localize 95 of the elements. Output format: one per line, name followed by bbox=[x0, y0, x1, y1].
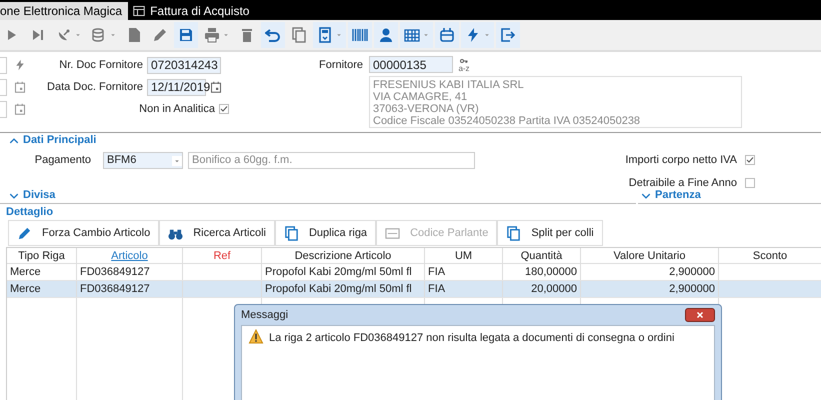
toolbar-button[interactable] bbox=[261, 22, 285, 48]
section-toggle[interactable]: Divisa bbox=[8, 187, 56, 204]
table-cell: Propofol Kabi 20mg/ml 50ml fl bbox=[262, 264, 425, 280]
toolbar-button[interactable] bbox=[400, 22, 433, 48]
field-label: Nr. Doc Fornitore bbox=[58, 58, 144, 73]
save-icon bbox=[178, 27, 194, 43]
checkbox[interactable] bbox=[219, 104, 229, 114]
toolbar-button[interactable]: Forza Cambio Articolo bbox=[8, 220, 160, 246]
toolbar-button[interactable] bbox=[435, 22, 459, 48]
copy-icon bbox=[284, 226, 299, 240]
section-toggle[interactable]: Partenza bbox=[640, 187, 701, 204]
warning-icon bbox=[248, 329, 264, 344]
checkbox-label: Detraibile a Fine Anno bbox=[628, 176, 737, 190]
field-label: Pagamento bbox=[34, 153, 92, 168]
field-label: Fornitore bbox=[319, 58, 364, 73]
toolbar-button[interactable] bbox=[313, 22, 346, 48]
section-toggle[interactable]: Dati Principali bbox=[8, 132, 96, 149]
trash-icon bbox=[239, 27, 255, 43]
copy-icon bbox=[291, 27, 307, 43]
key-lookup-button[interactable]: a-z bbox=[457, 56, 471, 72]
chevron-down-icon bbox=[8, 190, 20, 200]
toolbar-button[interactable] bbox=[461, 22, 494, 48]
input-field[interactable]: 0720314243 bbox=[147, 56, 221, 74]
section-title: Dettaglio bbox=[6, 204, 54, 220]
table-cell: FD036849127 bbox=[77, 281, 183, 297]
caret-icon bbox=[336, 32, 342, 38]
calendar-icon bbox=[439, 27, 455, 43]
toolbar-button[interactable]: Duplica riga bbox=[274, 220, 376, 246]
calculator-icon bbox=[317, 27, 333, 43]
chevron-up-icon bbox=[8, 136, 20, 146]
table-row[interactable]: Merce FD036849127 Propofol Kabi 20mg/ml 50ml fl FIA 180,00000 2,900000 bbox=[7, 264, 821, 281]
table-cell: 2,900000 bbox=[581, 281, 719, 297]
caret-icon bbox=[223, 32, 229, 38]
window-icon bbox=[133, 5, 146, 17]
dialog-message: La riga 2 articolo FD036849127 non risulta legata a documenti di consegna o ordini bbox=[269, 331, 674, 346]
lightning-icon bbox=[14, 58, 26, 72]
id-card-icon bbox=[385, 226, 400, 240]
table-cell: 180,00000 bbox=[503, 264, 581, 280]
dropdown[interactable]: BFM6 bbox=[103, 152, 183, 169]
toolbar-button[interactable] bbox=[348, 22, 372, 48]
barcode-icon bbox=[352, 27, 368, 43]
chevron-down-icon bbox=[640, 190, 652, 200]
table-row[interactable]: Merce FD036849127 Propofol Kabi 20mg/ml 50ml fl FIA 20,00000 2,900000 bbox=[7, 281, 821, 298]
document-icon bbox=[126, 27, 142, 43]
table-cell: Merce bbox=[7, 264, 77, 280]
input-field[interactable]: 00000135 bbox=[369, 56, 453, 73]
copy-icon bbox=[506, 226, 522, 240]
address-line: FRESENIUS KABI ITALIA SRL bbox=[373, 79, 525, 91]
table-cell: FIA bbox=[425, 264, 503, 280]
table-cell: FIA bbox=[425, 281, 503, 297]
table-cell: Merce bbox=[7, 281, 77, 297]
calendar-icon bbox=[14, 102, 26, 116]
dialog-title: Messaggi bbox=[241, 308, 288, 323]
table-cell: 20,00000 bbox=[503, 281, 581, 297]
toolbar-button[interactable]: Split per colli bbox=[497, 220, 603, 246]
calendar-icon bbox=[14, 80, 26, 94]
calendar-icon bbox=[210, 80, 222, 94]
caret-icon bbox=[172, 156, 182, 166]
field-label: Data Doc. Fornitore bbox=[46, 80, 144, 95]
input-field[interactable] bbox=[0, 100, 7, 118]
checkbox[interactable] bbox=[745, 178, 755, 188]
toolbar-button[interactable] bbox=[374, 22, 398, 48]
toolbar-button[interactable] bbox=[496, 22, 520, 48]
exit-icon bbox=[500, 27, 516, 43]
tab[interactable]: one Elettronica Magica bbox=[0, 2, 128, 20]
caret-icon bbox=[484, 32, 490, 38]
input-field[interactable] bbox=[0, 56, 7, 74]
printer-icon bbox=[204, 27, 220, 43]
pencil-icon bbox=[17, 226, 32, 240]
toolbar-button[interactable]: Ricerca Articoli bbox=[159, 220, 275, 246]
lightning-icon bbox=[465, 27, 481, 43]
person-icon bbox=[378, 27, 394, 43]
caret-icon bbox=[423, 32, 429, 38]
table-cell: FD036849127 bbox=[77, 264, 183, 280]
address-line: 37063-VERONA (VR) bbox=[373, 103, 480, 115]
checkbox-label: Importi corpo netto IVA bbox=[625, 153, 737, 168]
toolbar-button[interactable] bbox=[174, 22, 198, 48]
tab[interactable]: Fattura di Acquisto bbox=[128, 2, 254, 20]
checkbox[interactable] bbox=[745, 155, 755, 166]
input-field[interactable] bbox=[0, 78, 7, 96]
grid-icon bbox=[404, 27, 420, 43]
address-line: Codice Fiscale 03524050238 Partita IVA 03524050238 bbox=[373, 115, 642, 127]
caret-icon bbox=[110, 32, 116, 38]
input-field[interactable]: Bonifico a 60gg. f.m. bbox=[188, 152, 475, 169]
close-icon bbox=[696, 311, 704, 319]
table-cell: Propofol Kabi 20mg/ml 50ml fl bbox=[262, 281, 425, 297]
skip-end-icon bbox=[30, 27, 46, 43]
address-line: VIA CAMAGRE, 41 bbox=[373, 91, 468, 103]
undo-icon bbox=[265, 27, 281, 43]
checkbox-label: Non in Analitica bbox=[139, 102, 215, 117]
pencil-icon bbox=[152, 27, 168, 43]
close-button[interactable] bbox=[685, 308, 715, 322]
caret-icon bbox=[75, 32, 81, 38]
satellite-dish-icon bbox=[56, 27, 72, 43]
table-cell: 2,900000 bbox=[581, 264, 719, 280]
